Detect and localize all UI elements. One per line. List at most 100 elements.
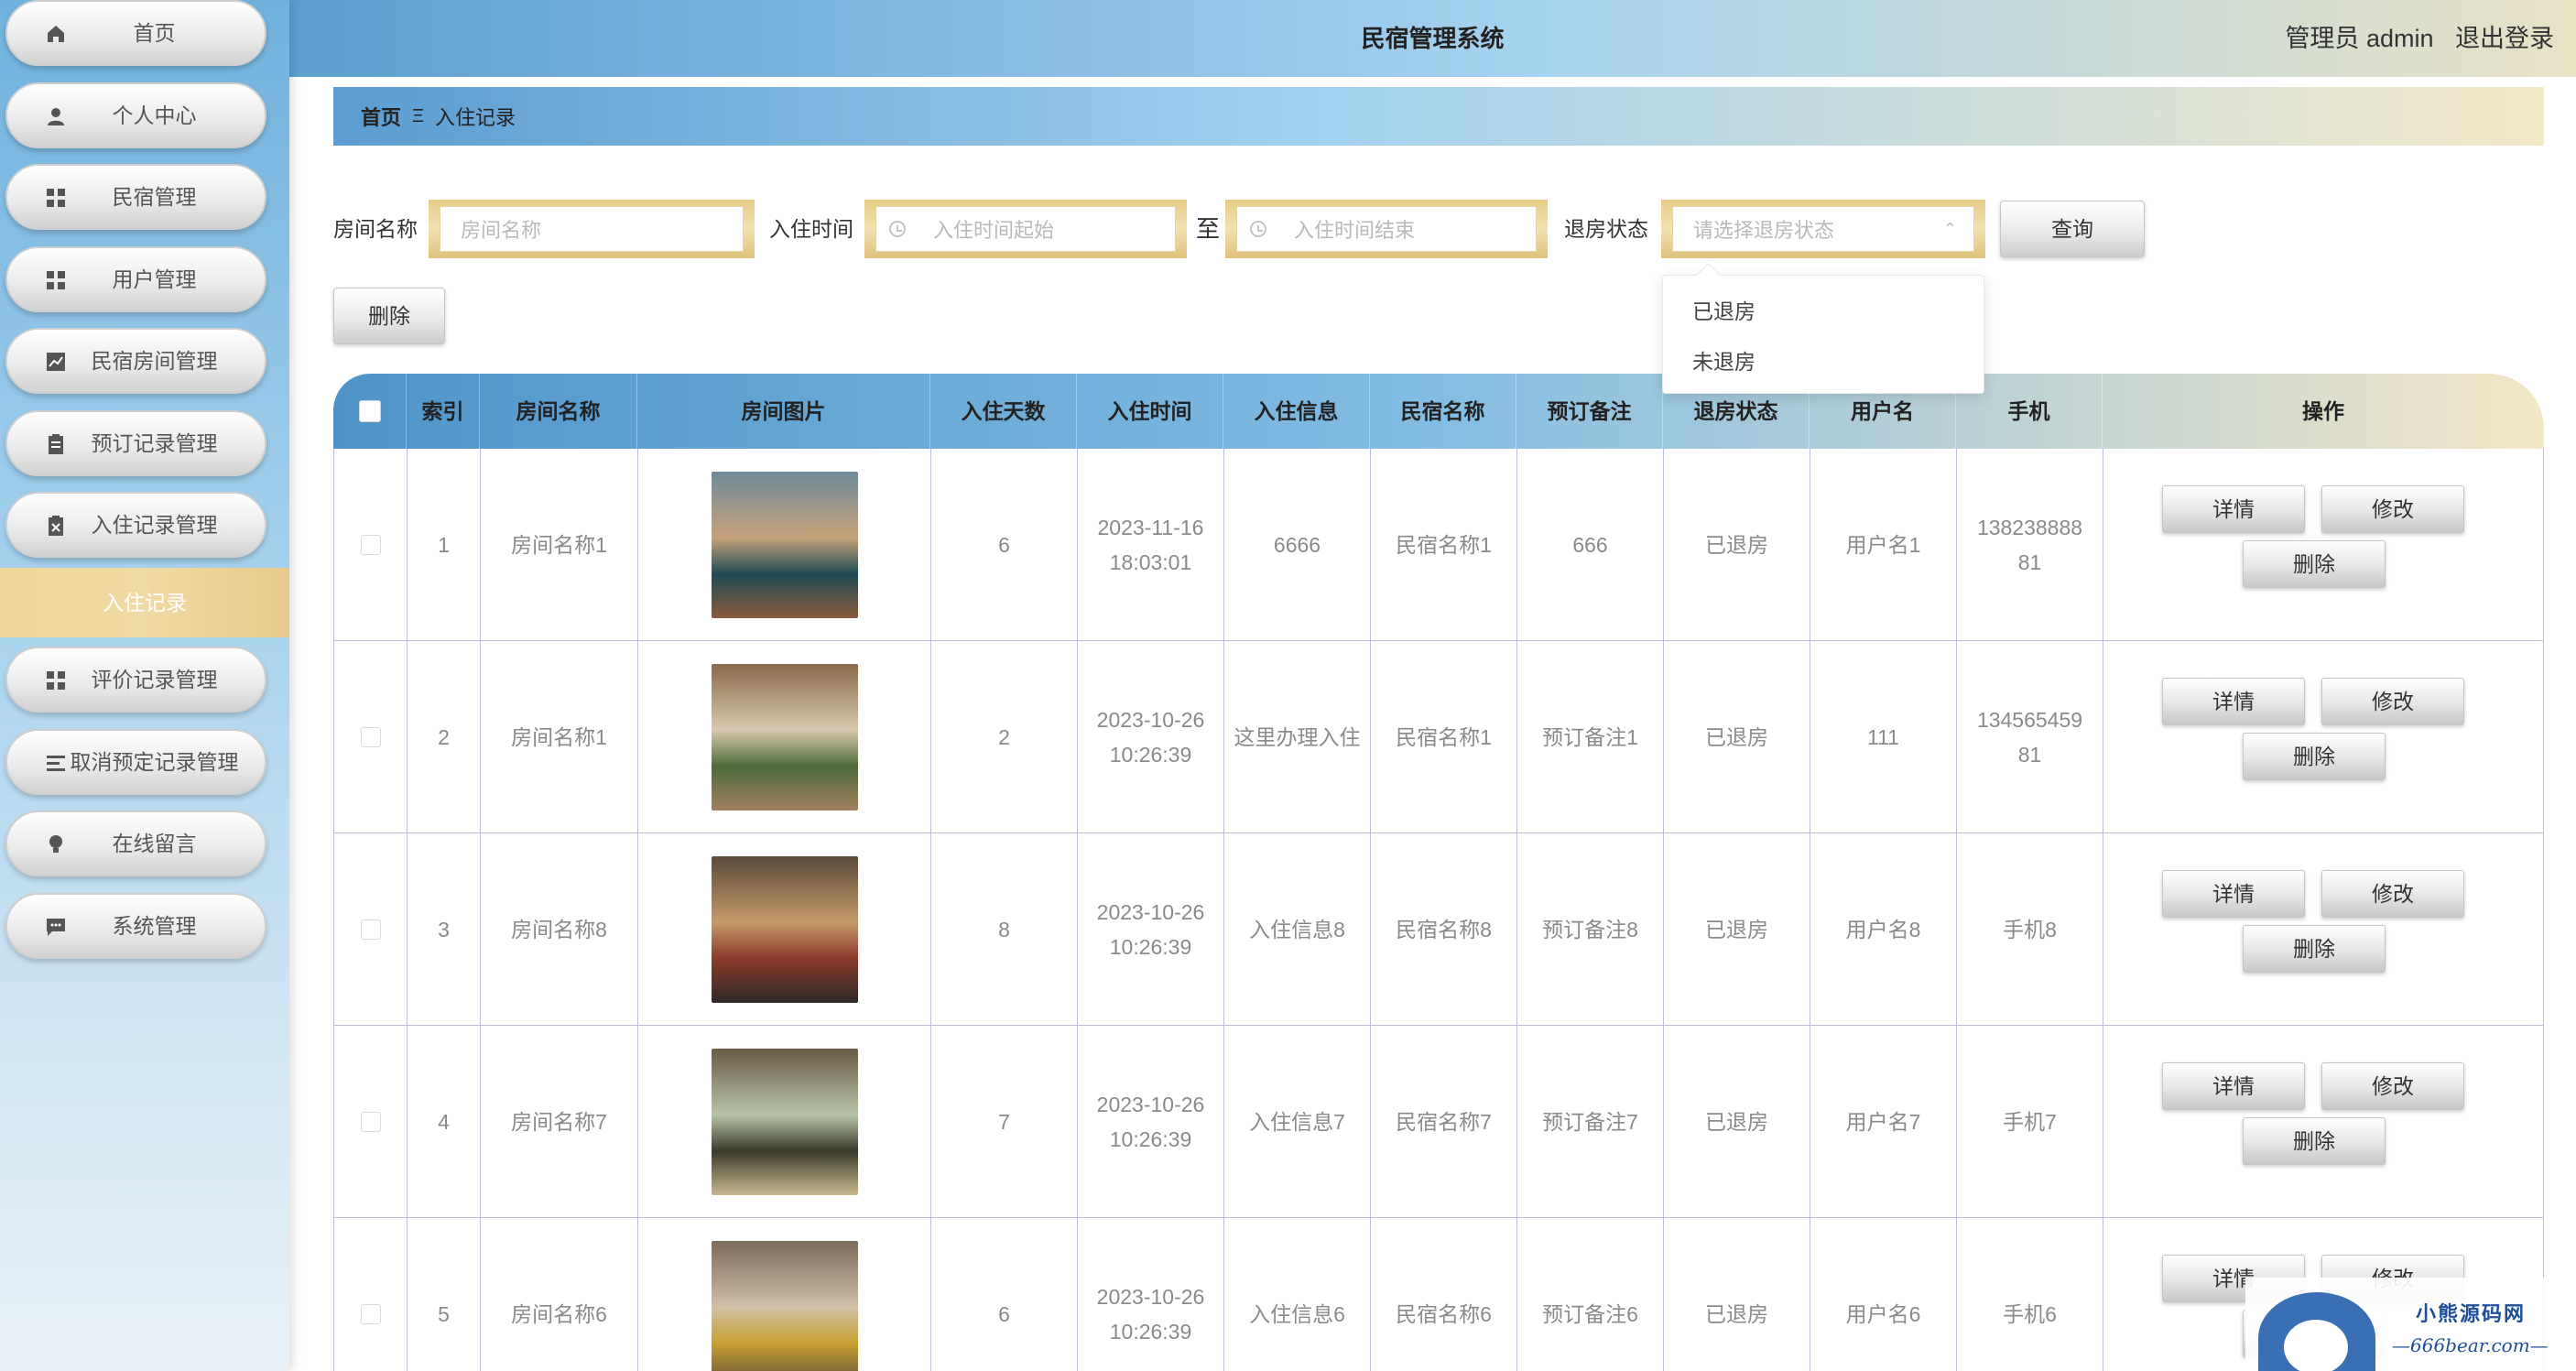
row-checkbox[interactable]: [360, 919, 381, 940]
days-cell: 8: [930, 833, 1077, 1026]
row-select-cell: [333, 833, 407, 1026]
header-user-area: 管理员 admin 退出登录: [2270, 0, 2554, 77]
checkin-info-cell: 入住信息7: [1223, 1026, 1370, 1218]
room-image-cell: [637, 833, 930, 1026]
delete-button[interactable]: 删除: [2243, 540, 2386, 588]
checkin-start-placeholder: 入住时间起始: [933, 219, 1055, 242]
room-name-cell: 房间名称7: [480, 1026, 637, 1218]
room-name-label: 房间名称: [333, 217, 418, 241]
table-body: 1 房间名称1 6 2023-11-16 18:03:01 6666 民宿名称1 666 已退房…: [333, 449, 2544, 1371]
detail-button[interactable]: 详情: [2162, 870, 2305, 918]
index-cell: 2: [407, 641, 480, 833]
dropdown-option-not-checked-out[interactable]: 未退房: [1663, 337, 1984, 387]
table-header: 索引 房间名称 房间图片 入住天数 入住时间 入住信息 民宿名称 预订备注 退房…: [333, 374, 2544, 449]
row-checkbox[interactable]: [360, 535, 381, 555]
sidebar-item-checkins[interactable]: 入住记录管理: [5, 492, 266, 558]
column-header: 索引: [407, 374, 480, 449]
detail-button[interactable]: 详情: [2162, 485, 2305, 533]
row-select-cell: [333, 1218, 407, 1371]
clock-icon: [889, 221, 906, 237]
column-header: 入住时间: [1077, 374, 1223, 449]
room-photo[interactable]: [711, 856, 858, 1003]
checkin-start-input[interactable]: 入住时间起始: [864, 200, 1187, 258]
room-image-cell: [637, 641, 930, 833]
checkin-info-cell: 6666: [1223, 449, 1370, 641]
room-photo[interactable]: [711, 472, 858, 618]
checkin-time-cell: 2023-10-26 10:26:39: [1077, 833, 1223, 1026]
checkin-clock: 10:26:39: [1109, 743, 1192, 767]
username-cell: 用户名8: [1810, 833, 1956, 1026]
sidebar-item-profile[interactable]: 个人中心: [5, 82, 266, 148]
sidebar-item-messages[interactable]: 在线留言: [5, 811, 266, 876]
checkout-status-cell: 已退房: [1663, 1026, 1810, 1218]
checkin-time-cell: 2023-10-26 10:26:39: [1077, 641, 1223, 833]
index-cell: 1: [407, 449, 480, 641]
delete-button[interactable]: 删除: [2243, 1117, 2386, 1165]
edit-button[interactable]: 修改: [2321, 485, 2464, 533]
query-button[interactable]: 查询: [2000, 201, 2145, 257]
sidebar-item-system[interactable]: 系统管理: [5, 893, 266, 959]
sidebar-item-label: 民宿管理: [112, 185, 197, 209]
sidebar-item-home[interactable]: 首页: [5, 0, 266, 66]
row-select-cell: [333, 1026, 407, 1218]
phone-line-2: 81: [2017, 743, 2042, 767]
index-cell: 4: [407, 1026, 480, 1218]
room-image-cell: [637, 449, 930, 641]
watermark-subtitle: —666bear.com—: [2392, 1334, 2549, 1356]
row-checkbox[interactable]: [360, 1304, 381, 1324]
select-all-cell: [333, 374, 407, 449]
checkin-end-input[interactable]: 入住时间结束: [1225, 200, 1548, 258]
room-photo[interactable]: [711, 1241, 858, 1371]
checkin-time-label: 入住时间: [769, 217, 853, 241]
room-photo[interactable]: [711, 664, 858, 811]
delete-button[interactable]: 删除: [2243, 733, 2386, 780]
checkin-info-cell: 入住信息6: [1223, 1218, 1370, 1371]
sidebar-subitem-checkin-records[interactable]: 入住记录: [0, 568, 289, 637]
row-select-cell: [333, 449, 407, 641]
detail-button[interactable]: 详情: [2162, 678, 2305, 725]
column-header: 入住天数: [930, 374, 1077, 449]
sidebar-item-label: 首页: [133, 21, 176, 45]
phone-line-1: 134565459: [1976, 708, 2083, 732]
sidebar-item-cancellations[interactable]: 取消预定记录管理: [5, 729, 266, 795]
table-row: 2 房间名称1 2 2023-10-26 10:26:39 这里办理入住 民宿名称1 预订备注…: [333, 641, 2544, 833]
checkout-status-select[interactable]: 请选择退房状态 ⌃: [1661, 200, 1985, 258]
phone-cell: 138238888 81: [1956, 449, 2103, 641]
room-photo[interactable]: [711, 1049, 858, 1195]
breadcrumb-home[interactable]: 首页: [361, 102, 401, 131]
sidebar-item-bookings[interactable]: 预订记录管理: [5, 410, 266, 476]
room-name-input[interactable]: 房间名称: [429, 200, 755, 258]
checkout-status-cell: 已退房: [1663, 833, 1810, 1026]
sidebar-item-users[interactable]: 用户管理: [5, 246, 266, 312]
sidebar-item-reviews[interactable]: 评价记录管理: [5, 647, 266, 713]
row-checkbox[interactable]: [360, 1112, 381, 1132]
phone-line-2: 81: [2017, 550, 2042, 574]
dropdown-option-checked-out[interactable]: 已退房: [1663, 287, 1984, 337]
booking-note-cell: 预订备注6: [1516, 1218, 1663, 1371]
booking-note-cell: 预订备注8: [1516, 833, 1663, 1026]
checkin-table: 索引 房间名称 房间图片 入住天数 入住时间 入住信息 民宿名称 预订备注 退房…: [333, 374, 2544, 1371]
checkin-clock: 10:26:39: [1109, 1320, 1192, 1344]
chevron-up-icon: ⌃: [1942, 219, 1957, 238]
edit-button[interactable]: 修改: [2321, 870, 2464, 918]
detail-button[interactable]: 详情: [2162, 1062, 2305, 1110]
edit-button[interactable]: 修改: [2321, 1062, 2464, 1110]
checkin-date: 2023-11-16: [1097, 516, 1204, 539]
sidebar-item-bnb[interactable]: 民宿管理: [5, 164, 266, 230]
logout-link[interactable]: 退出登录: [2455, 25, 2554, 52]
checkin-time-cell: 2023-10-26 10:26:39: [1077, 1026, 1223, 1218]
bear-logo-icon: [2258, 1292, 2375, 1371]
delete-button[interactable]: 删除: [2243, 925, 2386, 973]
actions-cell: 详情修改删除: [2103, 1026, 2544, 1218]
sidebar-item-rooms[interactable]: 民宿房间管理: [5, 328, 266, 394]
index-cell: 5: [407, 1218, 480, 1371]
row-checkbox[interactable]: [360, 727, 381, 747]
watermark: 小熊源码网 —666bear.com—: [2245, 1278, 2576, 1371]
column-header: 房间图片: [637, 374, 930, 449]
phone-cell: 手机7: [1956, 1026, 2103, 1218]
checkin-date: 2023-10-26: [1096, 1093, 1205, 1116]
edit-button[interactable]: 修改: [2321, 678, 2464, 725]
select-all-checkbox[interactable]: [358, 399, 381, 422]
sidebar-item-label: 预订记录管理: [91, 431, 218, 455]
batch-delete-button[interactable]: 删除: [333, 288, 445, 344]
